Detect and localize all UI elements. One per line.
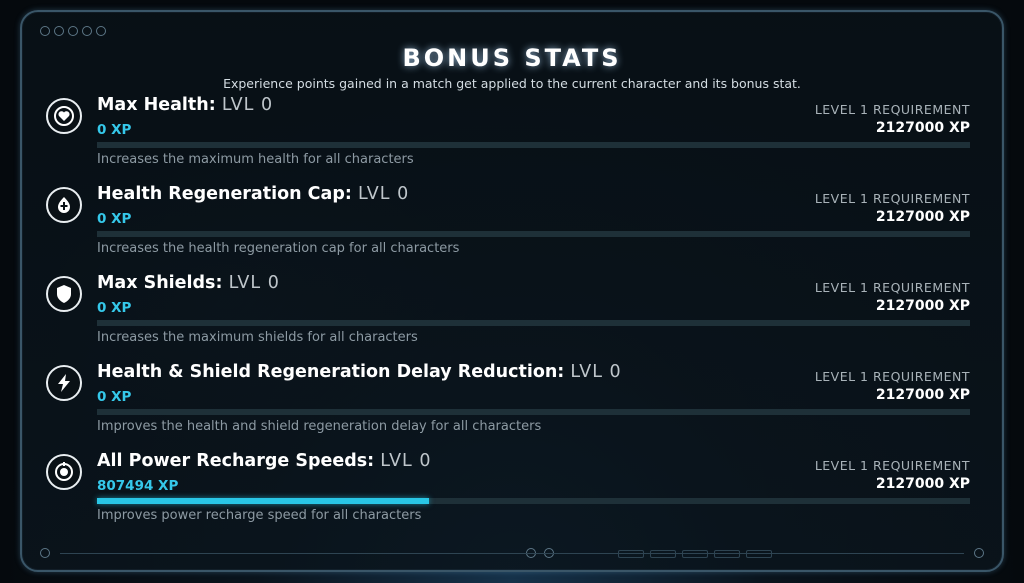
page-subtitle: Experience points gained in a match get … xyxy=(223,76,801,91)
stat-description: Increases the maximum health for all cha… xyxy=(97,152,414,167)
power-recharge-icon xyxy=(46,454,82,490)
stat-xp: 0 XP xyxy=(97,300,132,316)
stat-level: LVL 0 xyxy=(228,273,280,293)
stat-name: Max Shields: LVL 0 xyxy=(97,273,280,293)
requirement-label: LEVEL 1 REQUIREMENT xyxy=(814,458,970,473)
stat-description: Improves the health and shield regenerat… xyxy=(97,419,542,434)
xp-progress-bar xyxy=(97,320,970,326)
stat-description: Improves power recharge speed for all ch… xyxy=(97,508,422,523)
requirement-label: LEVEL 1 REQUIREMENT xyxy=(814,191,970,206)
page-title: BONUS STATS xyxy=(402,44,622,72)
stat-level: LVL 0 xyxy=(221,95,274,115)
stat-name: Health Regeneration Cap: LVL 0 xyxy=(97,184,410,204)
corner-decoration xyxy=(40,548,50,558)
stat-xp: 807494 XP xyxy=(97,478,179,494)
stat-description: Increases the maximum shields for all ch… xyxy=(97,330,418,345)
corner-decoration xyxy=(974,548,984,558)
requirement-value: 2127000 XP xyxy=(875,209,970,225)
panel-bottom-segments xyxy=(618,550,772,558)
panel-bottom-rule xyxy=(60,553,964,554)
lightning-bolt-icon xyxy=(46,365,82,401)
stat-description: Increases the health regeneration cap fo… xyxy=(97,241,460,256)
bonus-stats-panel: BONUS STATS Experience points gained in … xyxy=(20,10,1004,572)
stat-row-max-health: Max Health: LVL 0 0 XP LEVEL 1 REQUIREME… xyxy=(22,95,1006,184)
requirement-value: 2127000 XP xyxy=(875,120,970,136)
requirement-label: LEVEL 1 REQUIREMENT xyxy=(814,280,970,295)
stat-name: All Power Recharge Speeds: LVL 0 xyxy=(97,451,432,471)
stat-row-health-regeneration-cap: Health Regeneration Cap: LVL 0 0 XP LEVE… xyxy=(22,184,1006,273)
stat-xp: 0 XP xyxy=(97,122,132,138)
xp-progress-bar xyxy=(97,409,970,415)
stat-xp: 0 XP xyxy=(97,211,132,227)
stat-row-power-recharge-speeds: All Power Recharge Speeds: LVL 0 807494 … xyxy=(22,451,1006,540)
xp-progress-bar xyxy=(97,498,970,504)
requirement-value: 2127000 XP xyxy=(875,476,970,492)
stat-xp: 0 XP xyxy=(97,389,132,405)
xp-progress-bar xyxy=(97,142,970,148)
requirement-label: LEVEL 1 REQUIREMENT xyxy=(814,369,970,384)
xp-progress-fill xyxy=(97,498,429,504)
shield-icon xyxy=(46,276,82,312)
requirement-value: 2127000 XP xyxy=(875,298,970,314)
requirement-value: 2127000 XP xyxy=(875,387,970,403)
requirement-label: LEVEL 1 REQUIREMENT xyxy=(814,102,970,117)
panel-decoration-dots xyxy=(40,26,106,36)
stat-level: LVL 0 xyxy=(570,362,622,382)
stat-level: LVL 0 xyxy=(380,451,432,471)
stat-row-regeneration-delay-reduction: Health & Shield Regeneration Delay Reduc… xyxy=(22,362,1006,451)
xp-progress-bar xyxy=(97,231,970,237)
health-regen-icon xyxy=(46,187,82,223)
stat-row-max-shields: Max Shields: LVL 0 0 XP LEVEL 1 REQUIREM… xyxy=(22,273,1006,362)
stat-name: Health & Shield Regeneration Delay Reduc… xyxy=(97,362,622,382)
stat-name: Max Health: LVL 0 xyxy=(97,95,274,115)
heart-shield-icon xyxy=(46,98,82,134)
stat-level: LVL 0 xyxy=(357,184,410,204)
